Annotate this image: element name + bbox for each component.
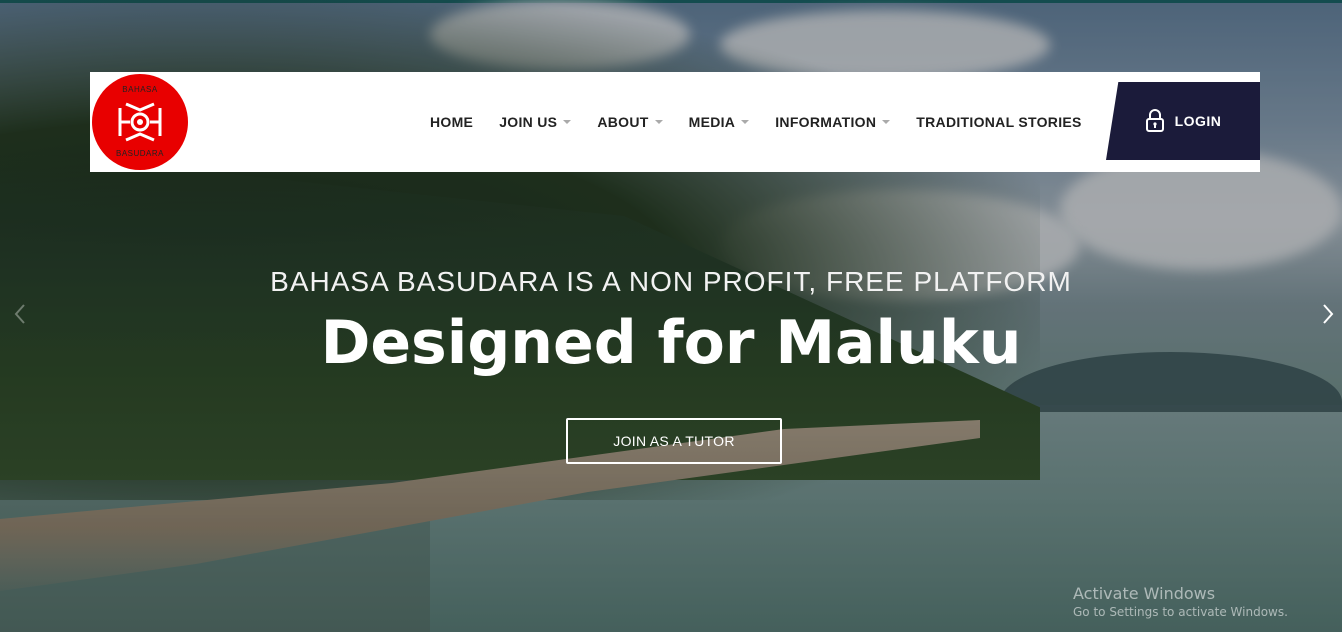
nav-information[interactable]: INFORMATION: [775, 114, 891, 130]
hero-title: Designed for Maluku: [320, 308, 1022, 378]
slider-prev-button[interactable]: [8, 300, 32, 328]
nav-join-us-label: JOIN US: [499, 114, 558, 130]
site-header: BAHASA BASUDARA HOME JOIN US ABOUT MEDIA: [90, 72, 1260, 172]
watermark-line2: Go to Settings to activate Windows.: [1073, 605, 1288, 619]
nav-home-label: HOME: [430, 114, 474, 130]
logo-top-text: BAHASA: [122, 85, 158, 94]
caret-down-icon: [563, 120, 572, 124]
nav-information-label: INFORMATION: [775, 114, 877, 130]
caret-down-icon: [882, 120, 891, 124]
join-as-tutor-label: JOIN AS A TUTOR: [613, 433, 735, 449]
nav-traditional-stories[interactable]: TRADITIONAL STORIES: [916, 114, 1081, 130]
login-label: LOGIN: [1174, 113, 1222, 129]
hero-slider: BAHASA BASUDARA HOME JOIN US ABOUT MEDIA: [0, 0, 1342, 632]
caret-down-icon: [741, 120, 750, 124]
nav-media[interactable]: MEDIA: [689, 114, 750, 130]
main-nav: HOME JOIN US ABOUT MEDIA INFORMATION TRA…: [430, 72, 1108, 172]
logo-emblem-icon: [118, 102, 162, 142]
chevron-right-icon: [1323, 304, 1334, 324]
watermark-line1: Activate Windows: [1073, 584, 1216, 603]
nav-about-label: ABOUT: [597, 114, 649, 130]
login-button[interactable]: LOGIN: [1106, 82, 1260, 160]
logo-bottom-text: BASUDARA: [115, 149, 164, 158]
slider-next-button[interactable]: [1316, 300, 1340, 328]
nav-join-us[interactable]: JOIN US: [499, 114, 572, 130]
lock-icon: [1145, 109, 1164, 132]
chevron-left-icon: [14, 304, 25, 324]
site-logo[interactable]: BAHASA BASUDARA: [92, 74, 188, 170]
nav-home[interactable]: HOME: [430, 114, 473, 130]
windows-activation-watermark: Activate Windows Go to Settings to activ…: [1073, 584, 1288, 619]
nav-about[interactable]: ABOUT: [597, 114, 663, 130]
nav-media-label: MEDIA: [688, 114, 736, 130]
nav-traditional-stories-label: TRADITIONAL STORIES: [916, 114, 1082, 130]
caret-down-icon: [654, 120, 663, 124]
join-as-tutor-button[interactable]: JOIN AS A TUTOR: [566, 418, 782, 464]
hero-subtitle: BAHASA BASUDARA IS A NON PROFIT, FREE PL…: [270, 266, 1072, 297]
